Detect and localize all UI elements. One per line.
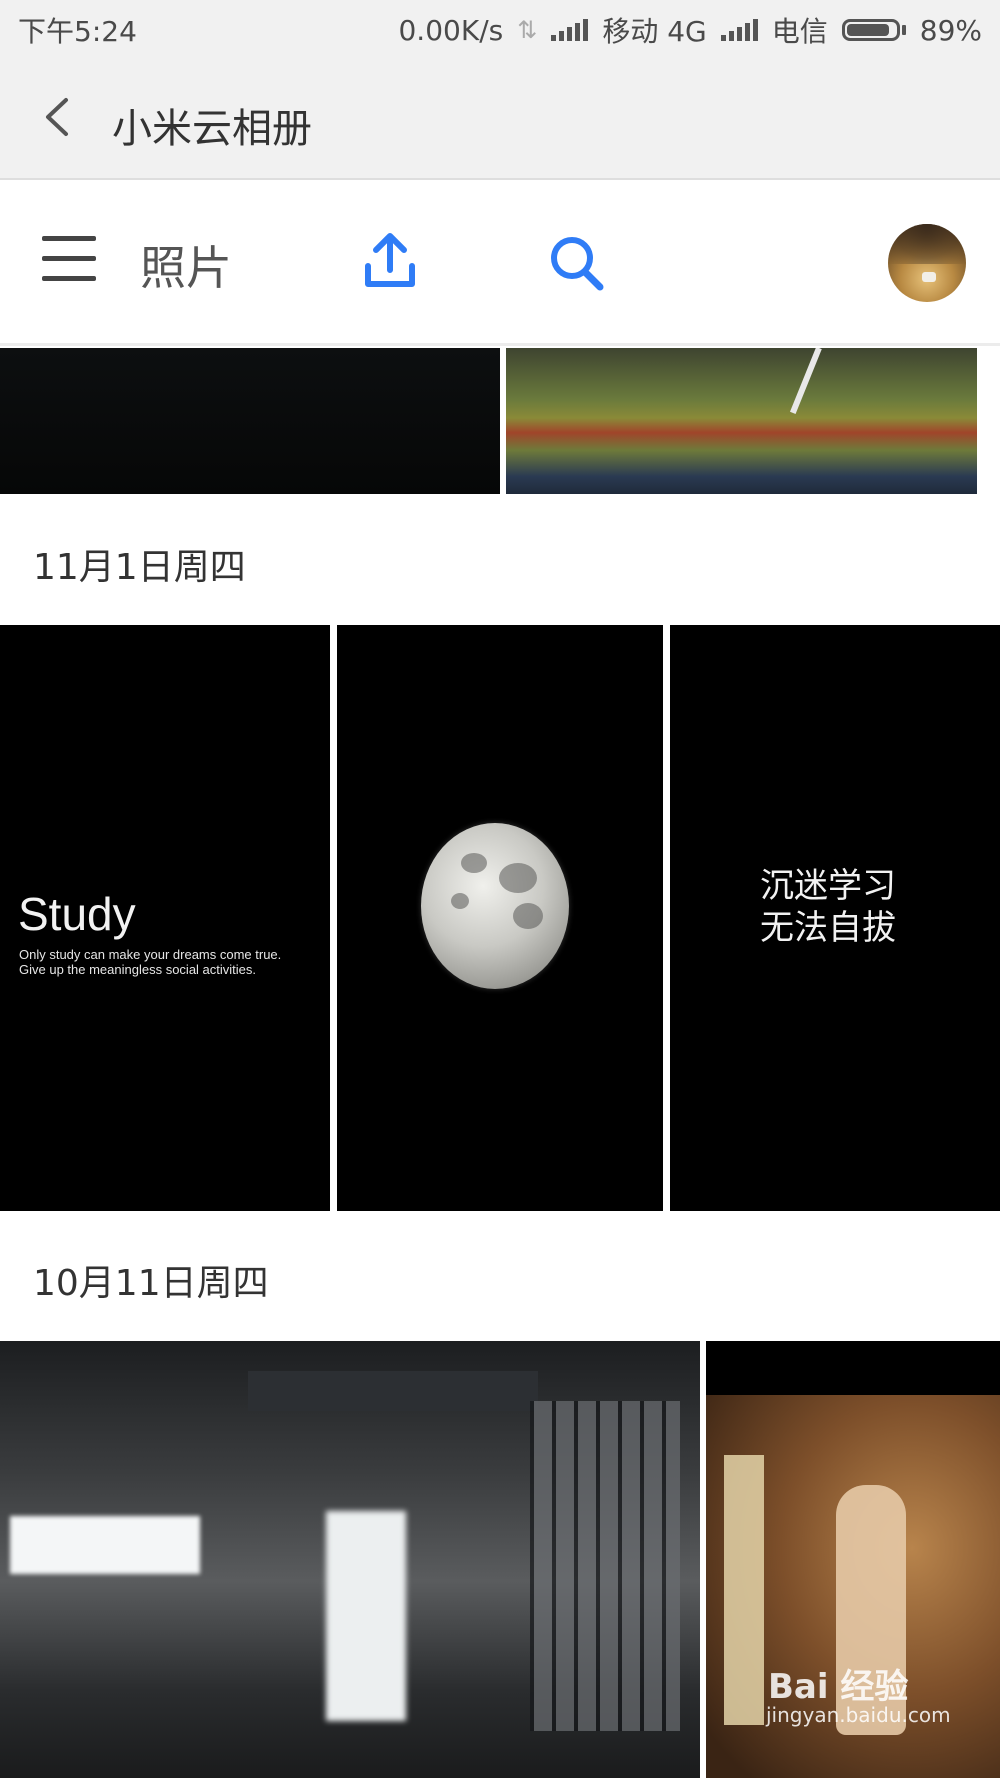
- status-bar: 下午5:24 0.00K/s ⇅ 移动 4G 电信 89%: [0, 0, 1000, 56]
- search-icon[interactable]: [548, 234, 606, 292]
- status-indicators: 0.00K/s ⇅ 移动 4G 电信 89%: [398, 10, 982, 50]
- battery-percent: 89%: [919, 13, 982, 47]
- photo-thumbnail[interactable]: [506, 348, 977, 494]
- signal-icon: [551, 19, 589, 41]
- photos-toolbar: 照片: [0, 180, 1000, 346]
- photo-caption-line: Give up the meaningless social activitie…: [19, 962, 257, 977]
- photo-thumbnail[interactable]: [337, 625, 663, 1211]
- battery-icon: [841, 19, 906, 41]
- photo-caption-line: 沉迷学习: [760, 866, 896, 906]
- status-time: 下午5:24: [18, 15, 137, 48]
- avatar[interactable]: [888, 224, 966, 302]
- chevron-left-icon[interactable]: [38, 92, 78, 142]
- carrier-mobile: 移动 4G: [602, 15, 707, 48]
- hamburger-menu-icon[interactable]: [42, 236, 96, 286]
- page-title: 小米云相册: [112, 106, 312, 152]
- photo-caption-text: 沉迷学习 无法自拔: [760, 865, 896, 949]
- data-transfer-icon: ⇅: [517, 16, 538, 44]
- section-date-header: 10月11日周四: [33, 1263, 269, 1304]
- photo-thumbnail[interactable]: [0, 1341, 700, 1778]
- photo-thumbnail[interactable]: Bai 经验 jingyan.baidu.com: [706, 1341, 1000, 1778]
- app-header: 小米云相册: [0, 56, 1000, 180]
- upload-icon[interactable]: [362, 232, 418, 290]
- moon-image: [421, 823, 569, 989]
- photo-thumbnail[interactable]: Study Only study can make your dreams co…: [0, 625, 330, 1211]
- photo-thumbnail[interactable]: 沉迷学习 无法自拔: [670, 625, 1000, 1211]
- network-speed: 0.00K/s: [398, 13, 504, 47]
- photo-caption-subtitle: Only study can make your dreams come tru…: [19, 947, 329, 977]
- section-label: 照片: [140, 241, 232, 295]
- signal-icon: [720, 19, 758, 41]
- photo-thumbnail[interactable]: [0, 348, 500, 494]
- photo-caption-line: 无法自拔: [760, 908, 896, 948]
- section-date-header: 11月1日周四: [33, 547, 246, 588]
- baidu-watermark: Bai 经验: [768, 1667, 909, 1707]
- photo-caption-line: Only study can make your dreams come tru…: [19, 947, 282, 962]
- watermark-url: jingyan.baidu.com: [766, 1703, 951, 1727]
- carrier-telecom: 电信: [771, 15, 828, 48]
- photo-caption-title: Study: [18, 888, 136, 940]
